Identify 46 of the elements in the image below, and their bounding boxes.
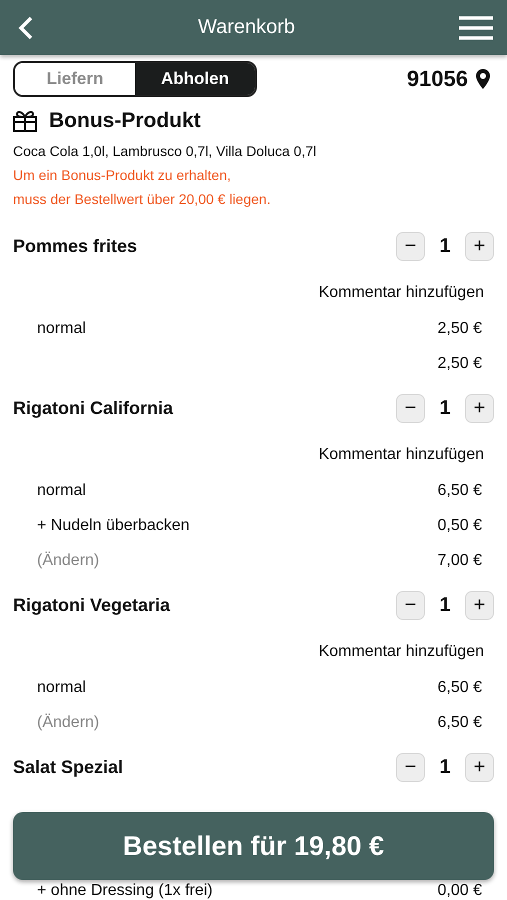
option-price: 0,00 € <box>438 882 482 900</box>
decrease-button[interactable]: − <box>396 590 425 620</box>
option-price: 6,50 € <box>438 678 482 696</box>
increase-button[interactable]: + <box>465 752 494 782</box>
add-comment-link[interactable]: Kommentar hinzufügen <box>13 643 484 661</box>
bonus-notice: Um ein Bonus-Produkt zu erhalten, <box>13 167 232 183</box>
bonus-notice: muss der Bestellwert über 20,00 € liegen. <box>13 191 272 207</box>
option-label: + ohne Dressing (1x frei) <box>37 882 213 900</box>
change-link[interactable]: (Ändern) <box>37 714 100 732</box>
order-button[interactable]: Bestellen für 19,80 € <box>13 812 494 880</box>
product-name: Pommes frites <box>13 236 138 256</box>
quantity: 1 <box>438 396 452 420</box>
decrease-button[interactable]: − <box>396 752 425 782</box>
item-total: 6,50 € <box>438 714 482 732</box>
gift-icon <box>13 110 37 132</box>
add-comment-link[interactable]: Kommentar hinzufügen <box>13 446 484 464</box>
increase-button[interactable]: + <box>465 232 494 260</box>
item-total: 2,50 € <box>438 354 482 372</box>
option-price: 0,50 € <box>438 516 482 534</box>
change-link[interactable]: (Ändern) <box>37 552 100 570</box>
quantity: 1 <box>438 756 452 778</box>
page-title: Warenkorb <box>198 16 296 39</box>
option-label: + Nudeln überbacken <box>37 516 190 534</box>
option-label: normal <box>37 320 86 338</box>
option-label: normal <box>37 678 86 696</box>
menu-icon[interactable] <box>458 16 493 40</box>
decrease-button[interactable]: − <box>396 394 425 422</box>
product-name: Rigatoni California <box>13 398 174 418</box>
bonus-title: Bonus-Produkt <box>49 109 201 133</box>
mode-tab[interactable]: Abholen <box>135 63 255 95</box>
increase-button[interactable]: + <box>465 590 494 620</box>
decrease-button[interactable]: − <box>396 232 425 260</box>
increase-button[interactable]: + <box>465 394 494 422</box>
option-price: 6,50 € <box>438 482 482 500</box>
back-icon[interactable] <box>18 16 34 40</box>
quantity: 1 <box>438 594 452 616</box>
add-comment-link[interactable]: Kommentar hinzufügen <box>13 284 484 302</box>
option-label: normal <box>37 482 86 500</box>
item-total: 7,00 € <box>438 552 482 570</box>
postcode: 91056 <box>406 66 468 92</box>
quantity: 1 <box>438 234 452 258</box>
bonus-items: Coca Cola 1,0l, Lambrusco 0,7l, Villa Doluca 0,7l <box>13 143 318 159</box>
product-name: Salat Spezial <box>13 756 124 778</box>
location-pin-icon <box>476 69 490 89</box>
product-name: Rigatoni Vegetaria <box>13 594 170 616</box>
option-price: 2,50 € <box>438 320 482 338</box>
